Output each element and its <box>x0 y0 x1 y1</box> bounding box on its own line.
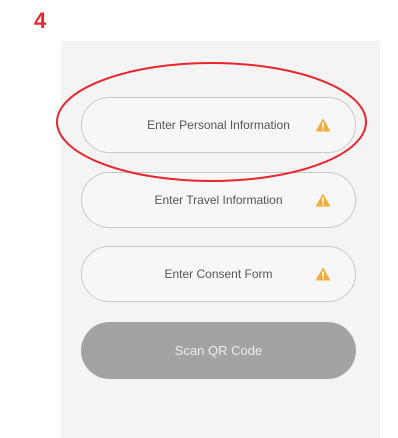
scan-qr-code-label: Scan QR Code <box>174 343 263 358</box>
warning-icon <box>315 118 331 132</box>
consent-form-button[interactable]: Enter Consent Form <box>81 246 356 302</box>
personal-information-label: Enter Personal Information <box>147 118 290 132</box>
scan-qr-code-button[interactable]: Scan QR Code <box>81 322 356 379</box>
personal-information-button[interactable]: Enter Personal Information <box>81 97 356 153</box>
consent-form-label: Enter Consent Form <box>164 267 273 281</box>
travel-information-button[interactable]: Enter Travel Information <box>81 172 356 228</box>
warning-icon <box>315 267 331 281</box>
travel-information-label: Enter Travel Information <box>154 193 283 207</box>
step-number: 4 <box>34 8 47 33</box>
warning-icon <box>315 193 331 207</box>
